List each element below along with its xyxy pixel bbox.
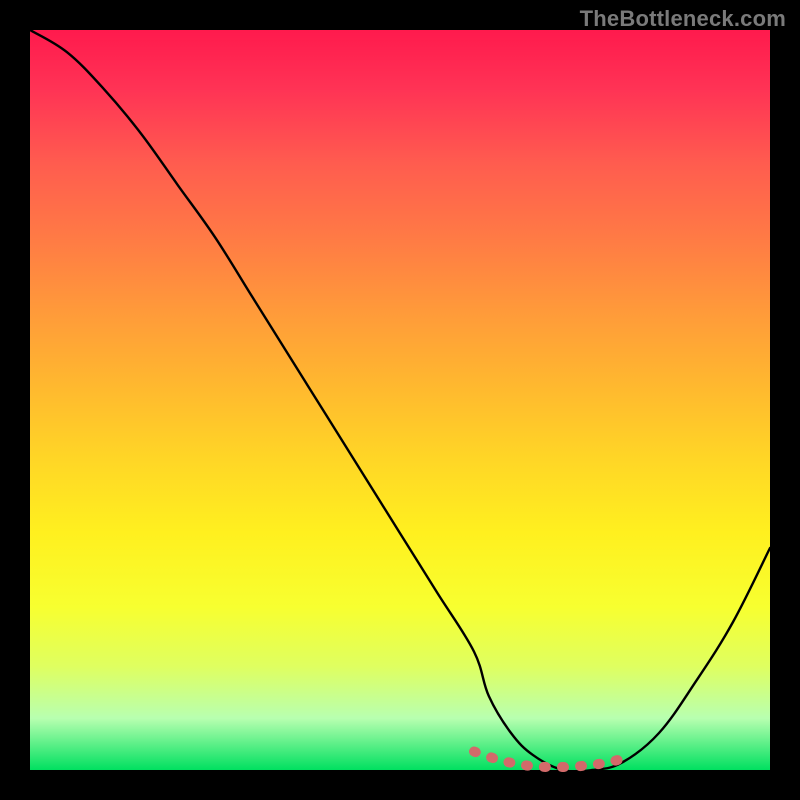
bottleneck-curve-line (30, 30, 770, 772)
optimal-range-marker-line (474, 752, 622, 768)
plot-area (30, 30, 770, 770)
chart-svg (30, 30, 770, 770)
watermark-label: TheBottleneck.com (580, 6, 786, 32)
chart-container: TheBottleneck.com (0, 0, 800, 800)
